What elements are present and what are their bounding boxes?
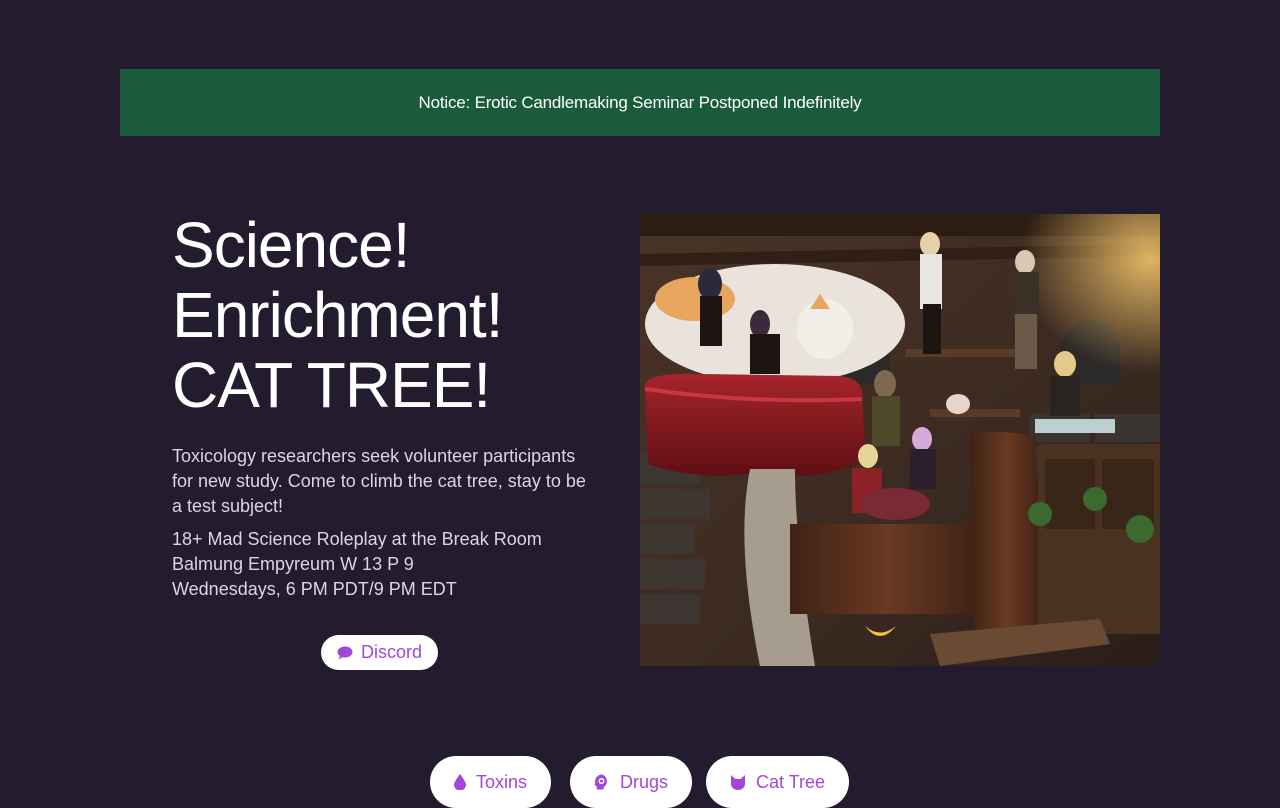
nav-pill-label: Toxins [476,771,528,792]
nav-pill-label: Drugs [620,771,669,792]
nav-pill-drugs[interactable]: Drugs [570,756,693,808]
hero-description: Toxicology researchers seek volunteer pa… [172,446,586,516]
cat-icon [730,774,746,790]
event-detail-line: Wednesdays, 6 PM PDT/9 PM EDT [172,579,457,599]
event-detail-line: 18+ Mad Science Roleplay at the Break Ro… [172,529,542,549]
droplet-icon [454,774,466,790]
headline-line: CAT TREE! [172,349,491,421]
hero-text-block: Science! Enrichment! CAT TREE! Toxicolog… [172,210,612,602]
hero-headline: Science! Enrichment! CAT TREE! [172,210,612,420]
nav-pill-cat-tree[interactable]: Cat Tree [706,756,850,808]
event-detail-line: Balmung Empyreum W 13 P 9 [172,554,414,574]
discord-button[interactable]: Discord [321,635,439,670]
head-brain-icon [594,774,610,790]
cat-tree-screenshot-image [640,214,1160,666]
headline-line: Science! [172,209,410,281]
nav-pill-label: Cat Tree [756,771,826,792]
notice-banner: Notice: Erotic Candlemaking Seminar Post… [120,69,1160,136]
nav-pill-toxins[interactable]: Toxins [430,756,552,808]
discord-button-label: Discord [361,642,423,662]
notice-text: Notice: Erotic Candlemaking Seminar Post… [418,92,862,112]
event-details: 18+ Mad Science Roleplay at the Break Ro… [172,527,612,602]
headline-line: Enrichment! [172,279,503,351]
chat-bubble-icon [337,646,353,660]
